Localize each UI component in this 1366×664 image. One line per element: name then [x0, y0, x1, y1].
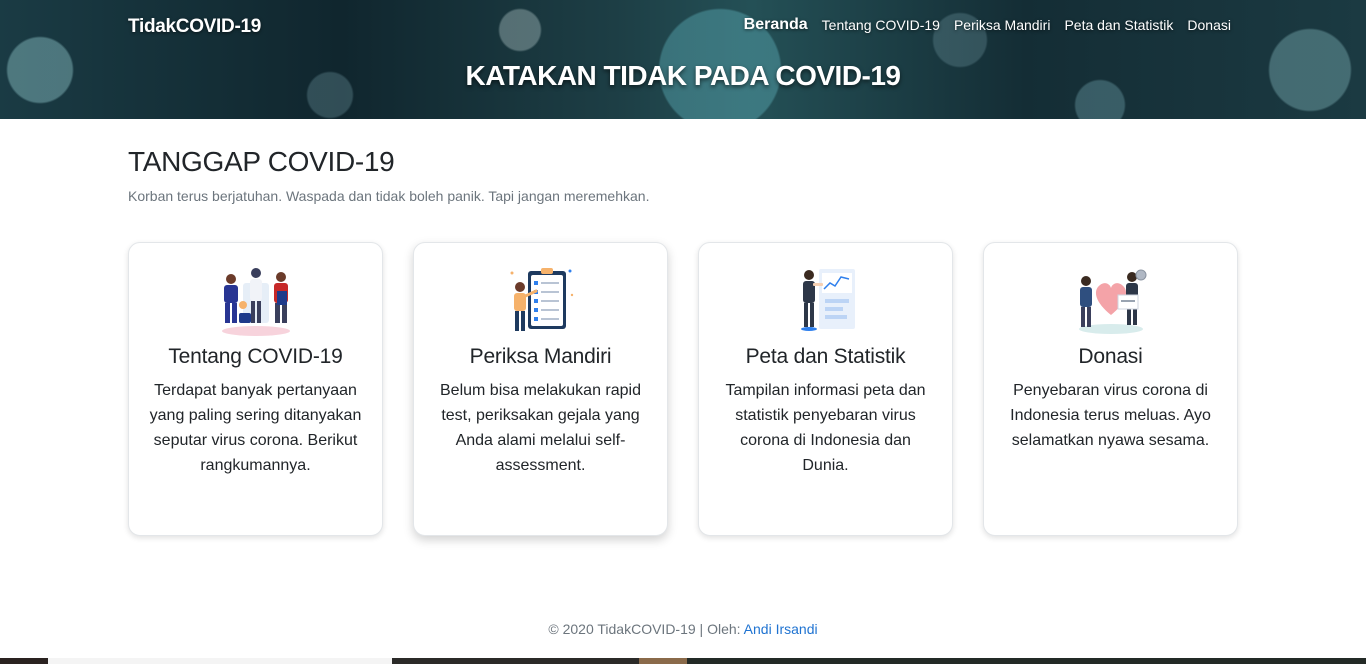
card-periksa-mandiri[interactable]: Periksa Mandiri Belum bisa melakukan rap… [413, 242, 668, 536]
footer: © 2020 TidakCOVID-19 | Oleh: Andi Irsand… [0, 621, 1366, 637]
checklist-illustration [510, 268, 573, 331]
nav-beranda[interactable]: Beranda [744, 16, 808, 34]
statistics-board-illustration [800, 269, 855, 331]
card-title: Tentang COVID-19 [168, 345, 343, 368]
nav-tentang-covid[interactable]: Tentang COVID-19 [822, 17, 940, 34]
feature-cards: Tentang COVID-19 Terdapat banyak pertany… [128, 242, 1238, 536]
card-title: Peta dan Statistik [745, 345, 906, 368]
footer-author-link[interactable]: Andi Irsandi [744, 621, 818, 637]
donation-heart-illustration [1078, 269, 1146, 334]
footer-copyright: © 2020 TidakCOVID-19 | Oleh: [548, 621, 744, 637]
card-tentang-covid[interactable]: Tentang COVID-19 Terdapat banyak pertany… [128, 242, 383, 536]
card-donasi[interactable]: Donasi Penyebaran virus corona di Indone… [983, 242, 1238, 536]
people-discussion-illustration [221, 268, 290, 336]
nav-donasi[interactable]: Donasi [1187, 17, 1231, 34]
card-text: Belum bisa melakukan rapid test, periksa… [440, 382, 641, 474]
nav-peta-statistik[interactable]: Peta dan Statistik [1064, 17, 1173, 34]
section-title: TANGGAP COVID-19 [128, 146, 395, 177]
nav-periksa-mandiri[interactable]: Periksa Mandiri [954, 17, 1050, 34]
card-text: Terdapat banyak pertanyaan yang paling s… [149, 382, 362, 474]
card-text: Tampilan informasi peta dan statistik pe… [725, 382, 926, 474]
hero-title: KATAKAN TIDAK PADA COVID-19 [465, 60, 901, 91]
card-title: Donasi [1078, 345, 1143, 368]
card-peta-statistik[interactable]: Peta dan Statistik Tampilan informasi pe… [698, 242, 953, 536]
hero-header: TidakCOVID-19 Beranda Tentang COVID-19 P… [0, 0, 1366, 119]
card-title: Periksa Mandiri [469, 345, 612, 368]
section-subtitle: Korban terus berjatuhan. Waspada dan tid… [128, 188, 650, 204]
bottom-strip [0, 658, 1366, 664]
main-nav: Beranda Tentang COVID-19 Periksa Mandiri… [744, 16, 1231, 34]
card-text: Penyebaran virus corona di Indonesia ter… [1010, 382, 1211, 449]
brand-logo[interactable]: TidakCOVID-19 [128, 16, 261, 38]
